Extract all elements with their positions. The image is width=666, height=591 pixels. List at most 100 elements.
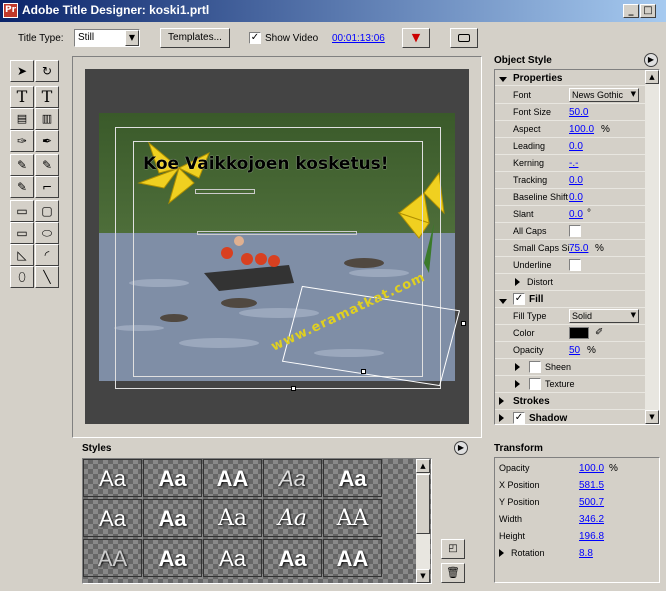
expand-right-icon[interactable] — [515, 380, 520, 388]
font-select[interactable]: News Gothic ▼ — [569, 88, 639, 102]
expand-right-icon[interactable] — [515, 278, 520, 286]
panel-menu-icon[interactable]: ▶ — [644, 53, 658, 67]
properties-section[interactable]: Properties — [495, 70, 645, 86]
convert-anchor-icon[interactable]: ⌐ — [35, 176, 59, 198]
style-swatch[interactable]: Aa — [323, 459, 382, 497]
scroll-down-icon[interactable]: ▼ — [645, 410, 659, 424]
style-swatch[interactable]: Aa — [263, 539, 322, 577]
style-swatch[interactable]: Aa — [263, 499, 322, 537]
vertical-area-type-icon[interactable]: ▥ — [35, 108, 59, 130]
sync-marker-icon[interactable]: ▼ — [402, 28, 430, 48]
area-type-icon[interactable]: ▤ — [10, 108, 34, 130]
timecode-field[interactable]: 00:01:13:06 — [332, 33, 385, 44]
resize-handle[interactable] — [361, 369, 366, 374]
sheen-checkbox[interactable] — [529, 361, 541, 373]
style-swatch[interactable]: Aa — [143, 539, 202, 577]
ellipse-tool-icon[interactable]: ⬯ — [10, 266, 34, 288]
texture-checkbox[interactable] — [529, 378, 541, 390]
baseline-value[interactable]: 0.0 — [569, 192, 583, 203]
eyedropper-icon[interactable]: ✐ — [595, 327, 603, 338]
rounded-rect-tool-icon[interactable]: ▢ — [35, 200, 59, 222]
style-swatch[interactable]: AA — [323, 539, 382, 577]
resize-handle[interactable] — [291, 386, 296, 391]
clipped-rect-tool-icon[interactable]: ▭ — [10, 222, 34, 244]
scroll-thumb[interactable] — [416, 474, 430, 534]
selection-arrow-icon[interactable]: ➤ — [10, 60, 34, 82]
safe-margin-button[interactable] — [450, 28, 478, 48]
expand-right-icon[interactable] — [499, 397, 504, 405]
style-swatch[interactable]: Aa — [203, 539, 262, 577]
slant-value[interactable]: 0.0 — [569, 209, 583, 220]
vertical-path-type-icon[interactable]: ✒ — [35, 130, 59, 152]
trash-icon[interactable]: 🗑 — [441, 563, 465, 583]
underline-checkbox[interactable] — [569, 259, 581, 271]
expand-right-icon[interactable] — [515, 363, 520, 371]
style-swatch[interactable]: AA — [203, 459, 262, 497]
minimize-button[interactable]: _ — [623, 4, 639, 18]
rotate-icon[interactable]: ↻ — [35, 60, 59, 82]
chevron-down-icon[interactable]: ▼ — [125, 30, 139, 46]
add-anchor-icon[interactable]: ✎ — [35, 154, 59, 176]
font-size-value[interactable]: 50.0 — [569, 107, 588, 118]
style-swatch[interactable]: AA — [83, 539, 142, 577]
rectangle-tool-icon[interactable]: ▭ — [10, 200, 34, 222]
style-swatch[interactable]: Aa — [203, 499, 262, 537]
color-swatch[interactable] — [569, 327, 589, 339]
fill-checkbox[interactable]: ✓ — [513, 293, 525, 305]
line-tool-icon[interactable]: ╲ — [35, 266, 59, 288]
vertical-type-icon[interactable]: T — [35, 86, 59, 108]
templates-button[interactable]: Templates... — [160, 28, 230, 48]
opacity-value[interactable]: 50 — [569, 345, 580, 356]
expand-down-icon[interactable] — [499, 299, 507, 304]
kerning-value[interactable]: -.- — [569, 158, 578, 169]
type-icon[interactable]: T — [10, 86, 34, 108]
expand-right-icon[interactable] — [499, 549, 504, 557]
style-swatch[interactable]: Aa — [143, 459, 202, 497]
fill-section[interactable]: ✓ Fill — [495, 291, 645, 308]
style-swatch[interactable]: Aa — [83, 499, 142, 537]
panel-menu-icon[interactable]: ▶ — [454, 441, 468, 455]
wedge-tool-icon[interactable]: ◺ — [10, 244, 34, 266]
aspect-value[interactable]: 100.0 — [569, 124, 594, 135]
fill-type-select[interactable]: Solid ▼ — [569, 309, 639, 323]
style-swatch[interactable]: Aa — [83, 459, 142, 497]
new-style-icon[interactable]: ◰ — [441, 539, 465, 559]
maximize-button[interactable]: □ — [640, 4, 656, 18]
style-swatch[interactable]: Aa — [143, 499, 202, 537]
scroll-up-icon[interactable]: ▲ — [416, 459, 430, 473]
object-style-scrollbar[interactable]: ▲ ▼ — [645, 70, 659, 424]
style-swatch[interactable]: Aa — [263, 459, 322, 497]
allcaps-checkbox[interactable] — [569, 225, 581, 237]
delete-anchor-icon[interactable]: ✎ — [10, 176, 34, 198]
pen-icon[interactable]: ✎ — [10, 154, 34, 176]
shadow-checkbox[interactable]: ✓ — [513, 412, 525, 424]
leading-value[interactable]: 0.0 — [569, 141, 583, 152]
arc-tool-icon[interactable]: ◜ — [35, 244, 59, 266]
smallcaps-value[interactable]: 75.0 — [569, 243, 588, 254]
height-value[interactable]: 196.8 — [579, 531, 604, 542]
width-value[interactable]: 346.2 — [579, 514, 604, 525]
scroll-up-icon[interactable]: ▲ — [645, 70, 659, 84]
tracking-value[interactable]: 0.0 — [569, 175, 583, 186]
path-type-icon[interactable]: ✑ — [10, 130, 34, 152]
opacity-value[interactable]: 100.0 — [579, 463, 604, 474]
title-canvas[interactable]: Koe Vaikkojoen kosketus! www.eramatkat.c… — [85, 69, 469, 424]
rotation-value[interactable]: 8.8 — [579, 548, 593, 559]
text-line-object[interactable] — [195, 189, 255, 194]
shadow-section[interactable]: ✓ Shadow — [495, 410, 645, 424]
resize-handle[interactable] — [461, 321, 466, 326]
rounded-corner-rect-tool-icon[interactable]: ⬭ — [35, 222, 59, 244]
distort-section[interactable]: Distort — [495, 274, 645, 291]
expand-right-icon[interactable] — [499, 414, 504, 422]
y-position-value[interactable]: 500.7 — [579, 497, 604, 508]
text-line-object-2[interactable] — [197, 231, 357, 235]
show-video-checkbox[interactable]: ✓ — [249, 32, 261, 44]
style-swatch[interactable]: AA — [323, 499, 382, 537]
title-type-select[interactable]: Still ▼ — [74, 29, 140, 47]
styles-scrollbar[interactable]: ▲ ▼ — [416, 459, 430, 583]
scroll-down-icon[interactable]: ▼ — [416, 569, 430, 583]
expand-down-icon[interactable] — [499, 77, 507, 82]
strokes-section[interactable]: Strokes — [495, 393, 645, 410]
title-text-object[interactable]: Koe Vaikkojoen kosketus! — [143, 154, 389, 174]
x-position-value[interactable]: 581.5 — [579, 480, 604, 491]
